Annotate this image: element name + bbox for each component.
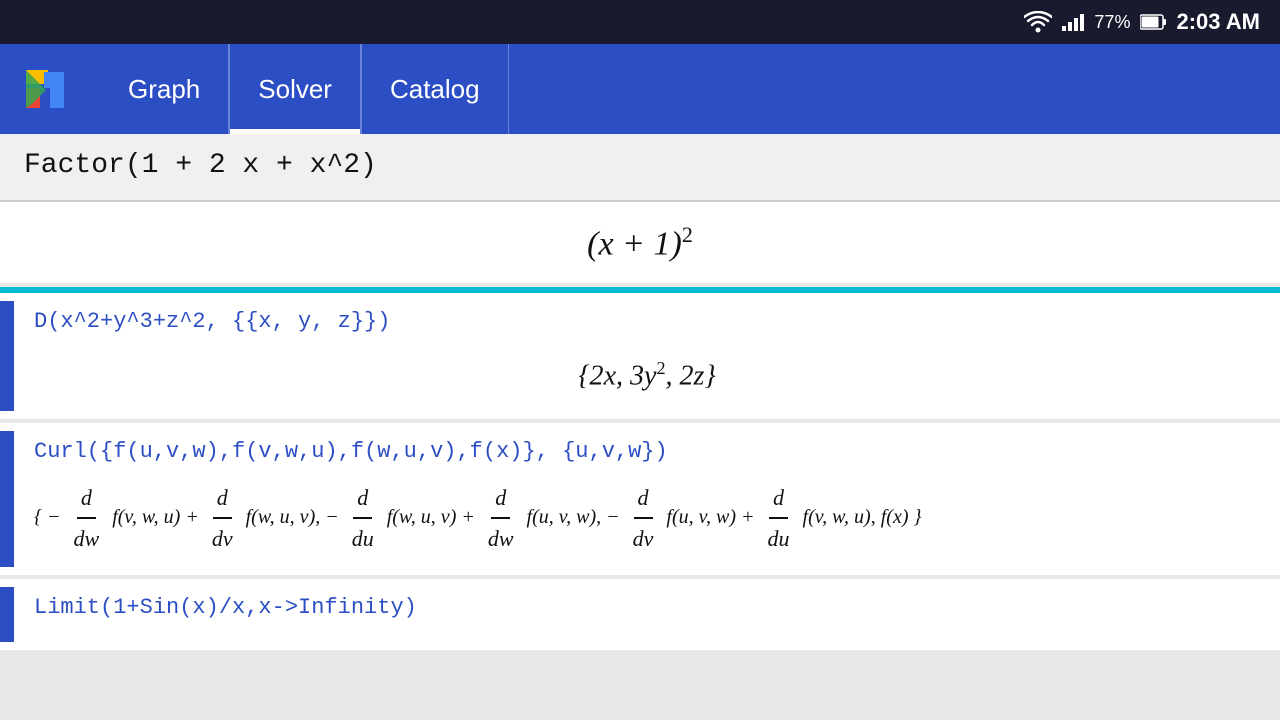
- factor-answer: (x + 1)2: [20, 222, 1260, 263]
- status-icons: 77% 2:03 AM: [1024, 9, 1260, 35]
- factor-result-block: (x + 1)2: [0, 202, 1280, 283]
- app-logo: [0, 62, 90, 116]
- battery-icon: [1140, 14, 1166, 30]
- curl-answer: { − d dw f(v, w, u) + d dv f(w, u, v), −…: [34, 478, 1260, 559]
- tab-graph[interactable]: Graph: [100, 44, 229, 134]
- input-bar[interactable]: Factor(1 + 2 x + x^2): [0, 134, 1280, 202]
- limit-result-block: Limit(1+Sin(x)/x,x->Infinity): [0, 579, 1280, 650]
- blue-indicator-2: [0, 431, 14, 567]
- time-display: 2:03 AM: [1176, 9, 1260, 35]
- nav-bar: Graph Solver Catalog: [0, 44, 1280, 134]
- curl-query: Curl({f(u,v,w),f(v,w,u),f(w,u,v),f(x)}, …: [34, 439, 1260, 464]
- curl-content: Curl({f(u,v,w),f(v,w,u),f(w,u,v),f(x)}, …: [14, 423, 1280, 575]
- blue-indicator-3: [0, 587, 14, 642]
- derivative-query: D(x^2+y^3+z^2, {{x, y, z}}): [34, 309, 1260, 334]
- signal-icon: [1062, 13, 1084, 31]
- nav-tabs: Graph Solver Catalog: [100, 44, 509, 134]
- derivative-answer: {2x, 3y2, 2z}: [34, 348, 1260, 402]
- status-bar: 77% 2:03 AM: [0, 0, 1280, 44]
- wifi-icon: [1024, 11, 1052, 33]
- results-area[interactable]: (x + 1)2 D(x^2+y^3+z^2, {{x, y, z}}) {2x…: [0, 202, 1280, 720]
- tab-solver[interactable]: Solver: [229, 44, 361, 134]
- derivative-result-block: D(x^2+y^3+z^2, {{x, y, z}}) {2x, 3y2, 2z…: [0, 293, 1280, 418]
- logo-icon: [18, 62, 72, 116]
- curl-result-block: Curl({f(u,v,w),f(v,w,u),f(w,u,v),f(x)}, …: [0, 423, 1280, 575]
- battery-percentage: 77%: [1094, 12, 1130, 33]
- input-expression: Factor(1 + 2 x + x^2): [24, 150, 377, 181]
- limit-query: Limit(1+Sin(x)/x,x->Infinity): [34, 595, 1260, 620]
- tab-catalog[interactable]: Catalog: [361, 44, 509, 134]
- blue-indicator: [0, 301, 14, 410]
- derivative-content: D(x^2+y^3+z^2, {{x, y, z}}) {2x, 3y2, 2z…: [14, 293, 1280, 418]
- limit-content: Limit(1+Sin(x)/x,x->Infinity): [14, 579, 1280, 650]
